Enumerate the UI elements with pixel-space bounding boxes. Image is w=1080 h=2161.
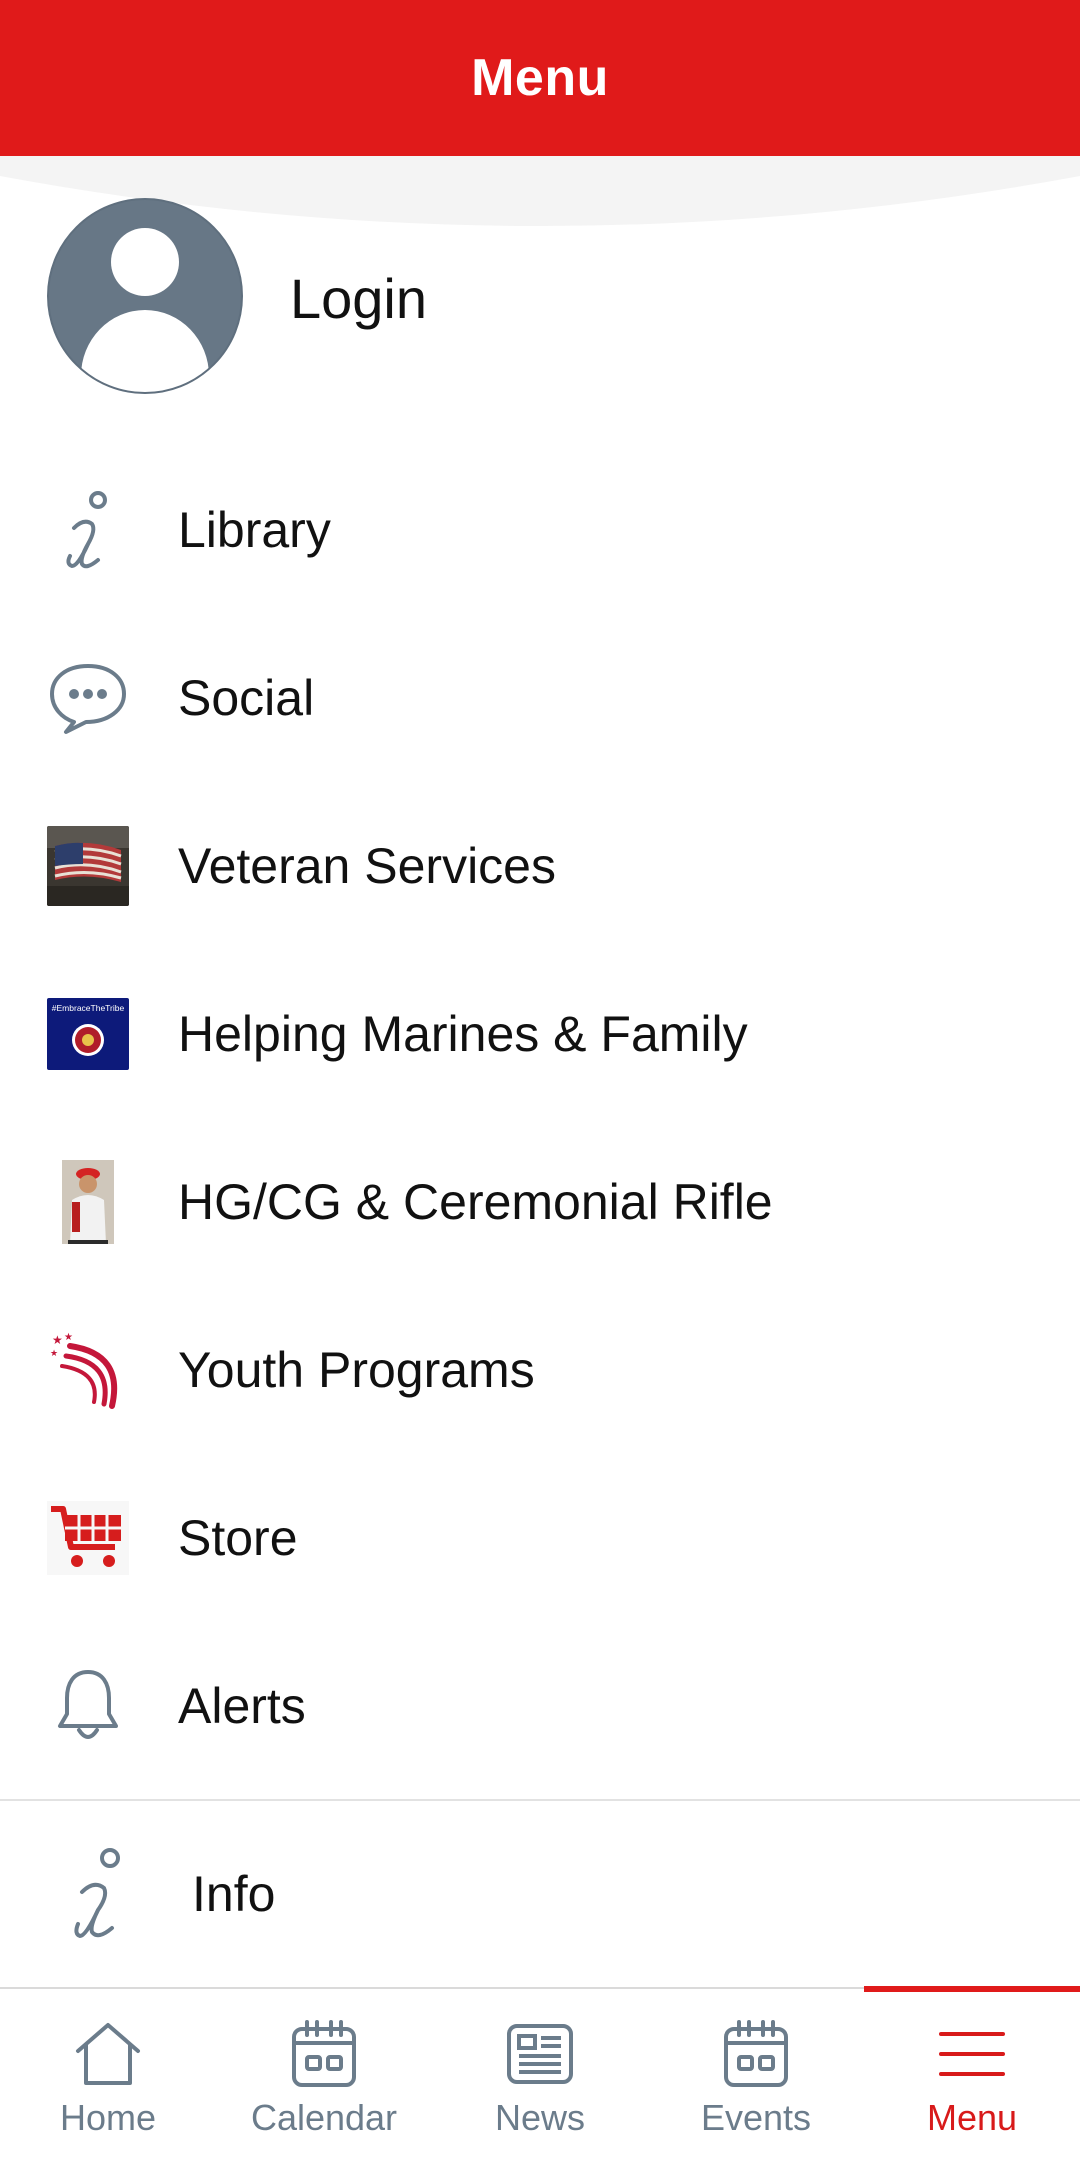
menu-item-label: HG/CG & Ceremonial Rifle: [178, 1174, 773, 1230]
embrace-the-tribe-thumbnail: #EmbraceTheTribe: [46, 992, 130, 1076]
menu-item-label: Youth Programs: [178, 1342, 535, 1398]
menu-item-label: Alerts: [178, 1678, 306, 1734]
flag-thumbnail: [46, 824, 130, 908]
tab-label: Events: [700, 2097, 812, 2138]
menu-item-library[interactable]: Library: [0, 446, 1080, 614]
tab-label: Menu: [926, 2097, 1018, 2138]
home-icon: [68, 2017, 148, 2091]
app-header: Menu: [0, 0, 1080, 156]
tab-menu[interactable]: Menu: [864, 1986, 1080, 2161]
shopping-cart-icon: [46, 1496, 130, 1580]
tab-home[interactable]: Home: [0, 1989, 216, 2161]
tab-label: Calendar: [250, 2097, 398, 2138]
svg-text:★: ★: [52, 1333, 63, 1347]
login-label[interactable]: Login: [290, 266, 427, 331]
menu-item-helping-marines[interactable]: #EmbraceTheTribe Helping Marines & Famil…: [0, 950, 1080, 1118]
news-icon: [500, 2017, 580, 2091]
menu-item-info[interactable]: Info: [0, 1801, 1080, 1987]
page-title: Menu: [471, 49, 609, 107]
marine-photo-thumbnail: [46, 1160, 130, 1244]
hamburger-icon: [932, 2017, 1012, 2091]
menu-item-label: Library: [178, 502, 331, 558]
menu-item-store[interactable]: Store: [0, 1454, 1080, 1622]
menu-list: Library Social Veteran Services #Embrace…: [0, 446, 1080, 1790]
menu-item-label: Store: [178, 1510, 298, 1566]
tab-label: Home: [59, 2097, 157, 2138]
thumbnail-text: #EmbraceTheTribe: [52, 1003, 125, 1013]
calendar-icon: [284, 2017, 364, 2091]
bell-icon: [46, 1664, 130, 1748]
menu-item-youth-programs[interactable]: ★ ★ ★ Youth Programs: [0, 1286, 1080, 1454]
info-icon: [46, 488, 130, 572]
stars-swoosh-logo: ★ ★ ★: [46, 1328, 130, 1412]
tab-calendar[interactable]: Calendar: [216, 1989, 432, 2161]
info-icon: [56, 1848, 140, 1939]
svg-text:★: ★: [50, 1349, 58, 1359]
menu-item-ceremonial-rifle[interactable]: HG/CG & Ceremonial Rifle: [0, 1118, 1080, 1286]
menu-item-label: Social: [178, 670, 315, 726]
menu-item-veteran-services[interactable]: Veteran Services: [0, 782, 1080, 950]
svg-text:★: ★: [64, 1332, 73, 1343]
tab-news[interactable]: News: [432, 1989, 648, 2161]
tab-events[interactable]: Events: [648, 1989, 864, 2161]
menu-item-label: Helping Marines & Family: [178, 1006, 748, 1062]
menu-item-label: Veteran Services: [178, 838, 556, 894]
bottom-tab-bar: Home Calendar News Events Menu: [0, 1986, 1080, 2161]
menu-item-alerts[interactable]: Alerts: [0, 1622, 1080, 1790]
menu-item-label: Info: [192, 1866, 276, 1922]
login-row[interactable]: Login: [0, 198, 1080, 400]
chat-bubble-icon: [46, 656, 130, 740]
calendar-icon: [716, 2017, 796, 2091]
menu-item-social[interactable]: Social: [0, 614, 1080, 782]
tab-label: News: [494, 2097, 586, 2138]
avatar[interactable]: [47, 198, 243, 394]
